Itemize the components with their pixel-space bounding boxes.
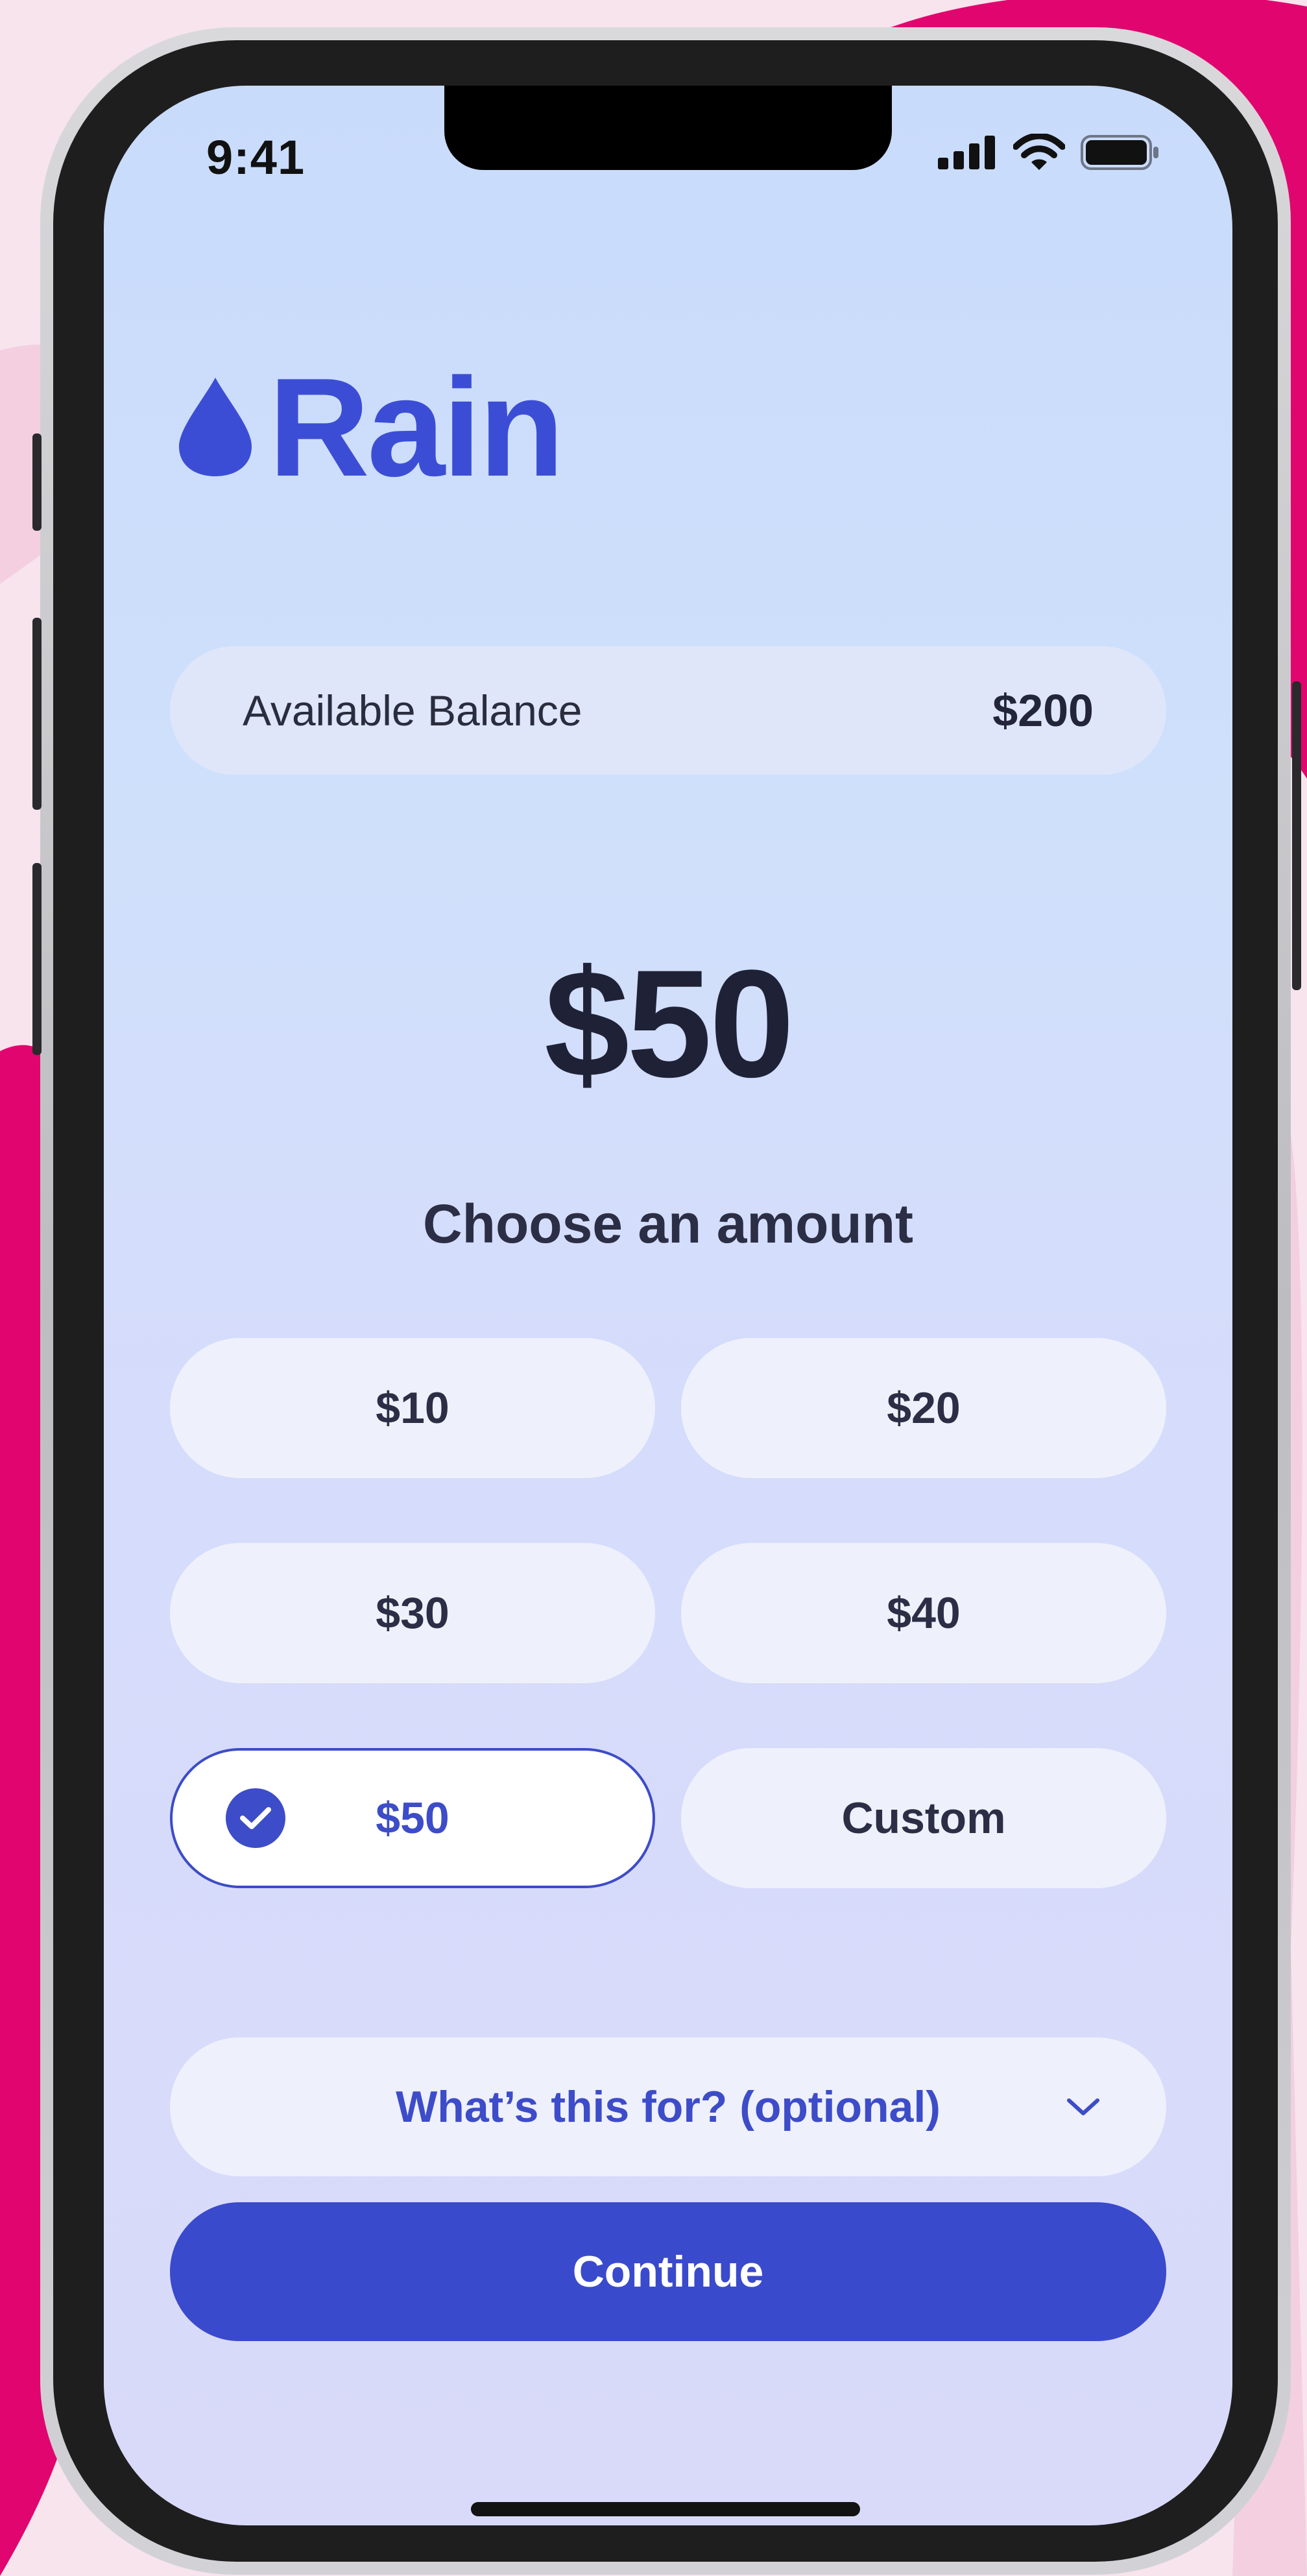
raindrop-icon <box>179 378 252 476</box>
amount-option-label: $10 <box>376 1383 450 1433</box>
amount-option-50-selected[interactable]: $50 <box>170 1748 655 1888</box>
phone-notch <box>444 86 892 170</box>
app-screen: 9:41 Rain Available Balance $200 $50 Cho… <box>104 86 1232 2525</box>
balance-value: $200 <box>992 685 1094 736</box>
balance-label: Available Balance <box>243 687 582 735</box>
amount-options-grid: $10 $20 $30 $40 $50 Custom <box>170 1338 1166 1888</box>
amount-option-20[interactable]: $20 <box>681 1338 1166 1478</box>
amount-option-30[interactable]: $30 <box>170 1543 655 1683</box>
amount-option-10[interactable]: $10 <box>170 1338 655 1478</box>
battery-icon <box>1081 135 1158 170</box>
check-circle-icon <box>226 1788 285 1848</box>
cellular-signal-icon <box>938 136 995 169</box>
purpose-dropdown[interactable]: What’s this for? (optional) <box>170 2037 1166 2176</box>
phone-side-button-power <box>1292 681 1301 990</box>
home-indicator <box>471 2502 860 2516</box>
balance-card: Available Balance $200 <box>170 646 1166 775</box>
amount-option-custom[interactable]: Custom <box>681 1748 1166 1888</box>
amount-option-label: $50 <box>376 1793 450 1843</box>
amount-option-label: $20 <box>887 1383 961 1433</box>
status-icons <box>938 134 1161 171</box>
amount-option-label: $30 <box>376 1588 450 1638</box>
selected-amount-display: $50 <box>544 938 795 1110</box>
phone-side-button-volume-up <box>32 618 42 810</box>
choose-amount-label: Choose an amount <box>422 1193 914 1254</box>
brand-name: Rain <box>269 348 564 505</box>
phone-side-button-volume-down <box>32 863 42 1055</box>
amount-option-label: $40 <box>887 1588 961 1638</box>
purpose-placeholder: What’s this for? (optional) <box>396 2082 941 2132</box>
brand-logo: Rain <box>176 348 564 505</box>
continue-button[interactable]: Continue <box>170 2202 1166 2341</box>
amount-option-40[interactable]: $40 <box>681 1543 1166 1683</box>
wifi-icon <box>1013 134 1065 170</box>
phone-side-button-silent <box>32 433 42 531</box>
chevron-down-icon <box>1067 2098 1099 2115</box>
status-time: 9:41 <box>206 130 306 184</box>
amount-option-label: Custom <box>841 1793 1006 1843</box>
